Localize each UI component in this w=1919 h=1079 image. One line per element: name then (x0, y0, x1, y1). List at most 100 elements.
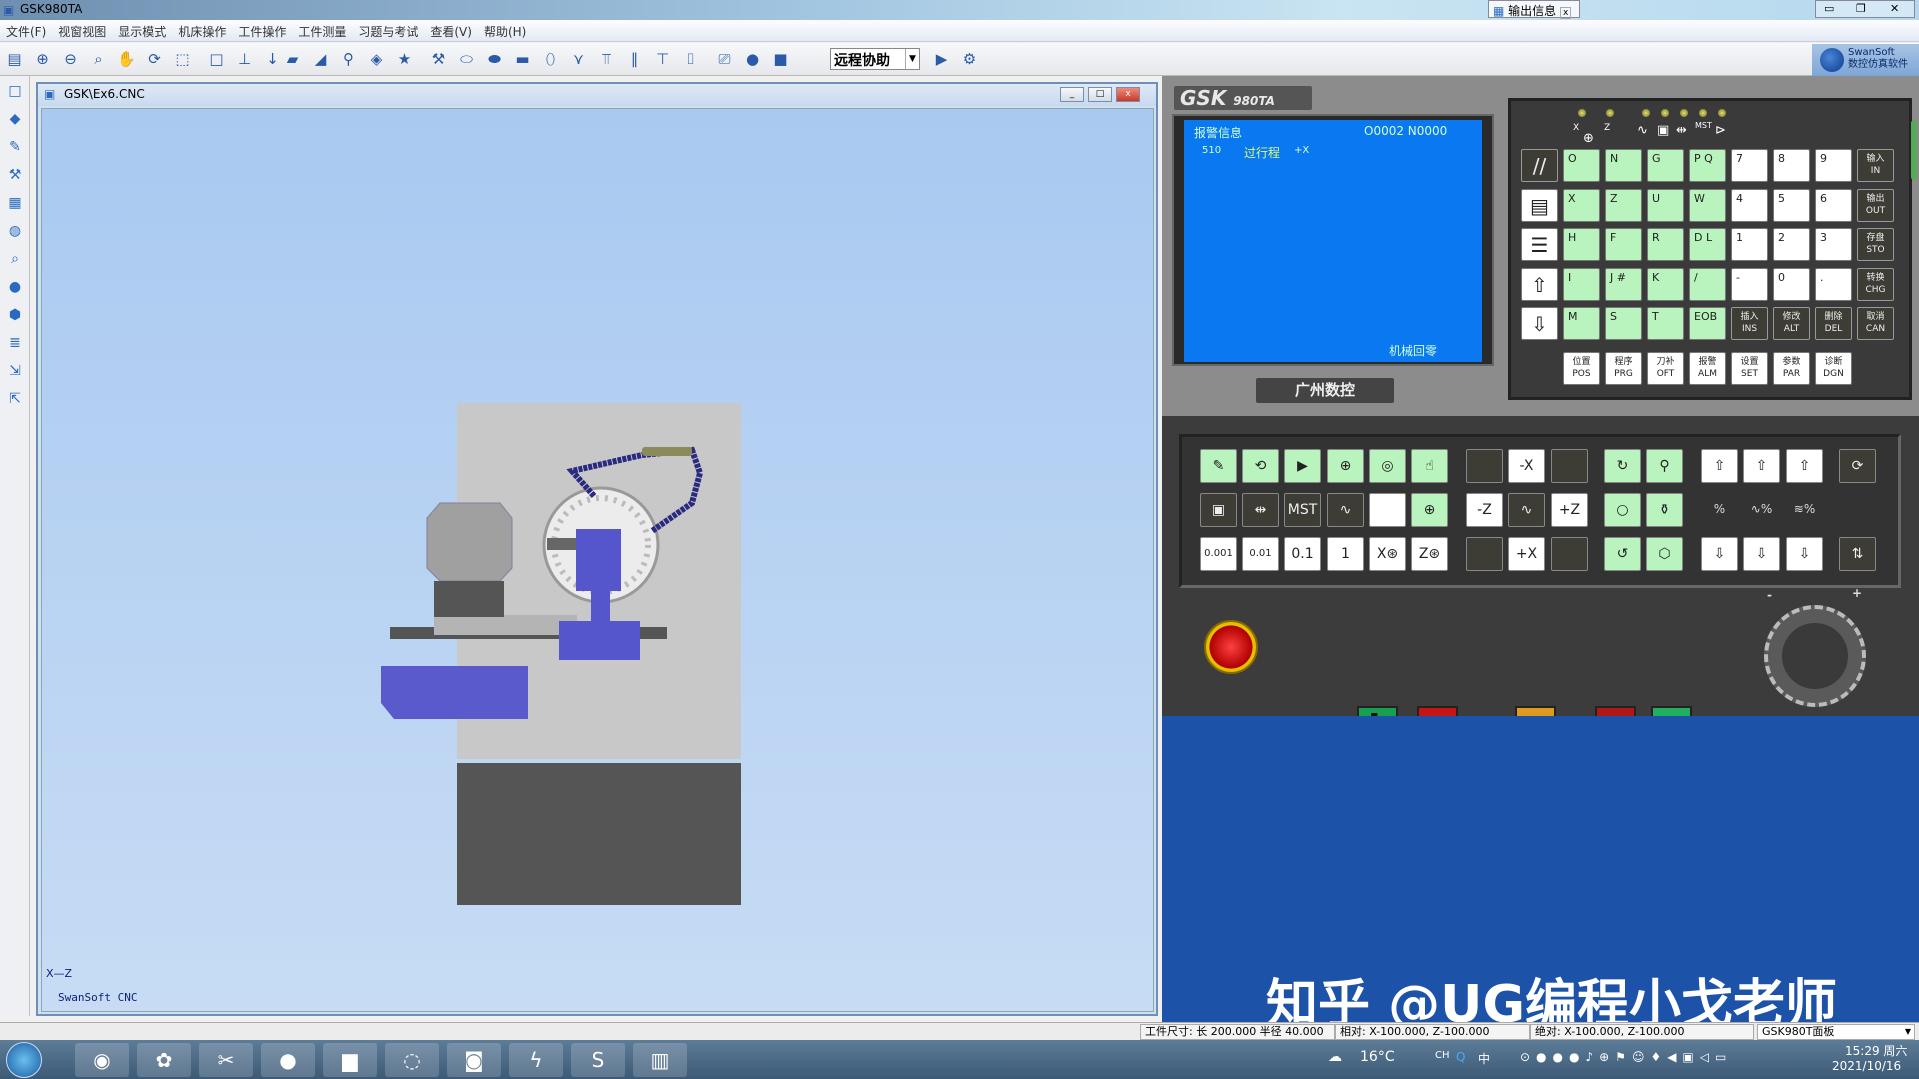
skip-slash-key[interactable]: // (1521, 149, 1558, 182)
key-3[interactable]: 3 (1815, 228, 1852, 261)
op-button-1[interactable]: 1 (1327, 537, 1364, 571)
weather-temp[interactable]: 16°C (1360, 1049, 1395, 1065)
menu-item[interactable]: 文件(F) (0, 20, 52, 43)
key--[interactable]: - (1731, 267, 1768, 301)
override-down-button[interactable]: ⇩ (1786, 537, 1823, 571)
op-button-X[interactable]: X⊛ (1369, 537, 1406, 571)
key-alt[interactable]: 修改 ALT (1773, 307, 1810, 340)
key-z[interactable]: Z (1605, 188, 1642, 222)
coolant-icon[interactable]: ⚲ (337, 48, 360, 71)
override-down-button[interactable]: ⇩ (1701, 537, 1738, 571)
t-tool-icon[interactable]: ⊤ (651, 48, 674, 71)
key-9[interactable]: 9 (1815, 149, 1852, 182)
fixture-icon[interactable]: ⋎ (567, 48, 590, 71)
output-tab-close-button[interactable]: x (1560, 7, 1572, 19)
key-out[interactable]: 输出 OUT (1857, 188, 1894, 222)
key-in[interactable]: 输入 IN (1857, 149, 1894, 182)
pinwheel-icon[interactable]: ✿ (137, 1043, 191, 1077)
arrow-out-icon[interactable]: ⇱ (4, 388, 26, 410)
key-f[interactable]: F (1605, 228, 1642, 261)
chevron-down-icon[interactable]: ▼ (905, 49, 919, 69)
key-k[interactable]: K (1647, 267, 1684, 301)
key-0[interactable]: 0 (1773, 267, 1810, 301)
pipe-icon[interactable]: ⬯ (539, 48, 562, 71)
mdi-mode-button[interactable]: ▶ (1284, 449, 1321, 483)
reference-return-button[interactable]: ⊕ (1327, 449, 1364, 483)
menu-item[interactable]: 帮助(H) (478, 20, 532, 43)
function-key-dgn[interactable]: 诊断 DGN (1815, 352, 1852, 385)
tool-change-button[interactable]: ⬡ (1646, 537, 1683, 571)
arrow-in-icon[interactable]: ⇲ (4, 360, 26, 382)
feed-override-button[interactable]: ⇅ (1839, 537, 1876, 571)
key-4[interactable]: 4 (1731, 188, 1768, 222)
key-sto[interactable]: 存盘 STO (1857, 228, 1894, 261)
cursor-up-key[interactable]: ⇧ (1521, 267, 1558, 301)
pan-hand-icon[interactable]: ✋ (115, 48, 138, 71)
clock-date[interactable]: 2021/10/16 (1832, 1059, 1901, 1073)
op-button-+X[interactable]: +X (1508, 537, 1545, 571)
rotate-icon[interactable]: ⟳ (143, 48, 166, 71)
cursor-down-key[interactable]: ⇩ (1521, 307, 1558, 340)
key-s[interactable]: S (1605, 307, 1642, 340)
key-q[interactable]: P Q (1689, 149, 1726, 182)
key-can[interactable]: 取消 CAN (1857, 307, 1894, 340)
spindle-override-button[interactable]: ⟳ (1839, 449, 1876, 483)
star-icon[interactable]: ★ (393, 48, 416, 71)
dry-run-button[interactable]: ∿ (1327, 493, 1364, 527)
edit-mode-button[interactable]: ✎ (1200, 449, 1237, 483)
key-i[interactable]: I (1563, 267, 1600, 301)
view-box-icon[interactable]: □ (205, 48, 228, 71)
spindle-ccw-button[interactable]: ↺ (1604, 537, 1641, 571)
doc-minimize-button[interactable]: _ (1060, 87, 1084, 102)
menu-item[interactable]: 工件操作 (232, 20, 292, 43)
menu-item[interactable]: 查看(V) (424, 20, 478, 43)
magnifier-icon[interactable]: ⌕ (4, 248, 26, 270)
key-8[interactable]: 8 (1773, 149, 1810, 182)
rapid-button[interactable]: ∿ (1508, 493, 1545, 527)
function-key-set[interactable]: 设置 SET (1731, 352, 1768, 385)
zoom-fit-icon[interactable]: ⌕ (87, 48, 110, 71)
camera-icon[interactable]: ⎚ (713, 48, 736, 71)
handwheel[interactable] (1764, 605, 1866, 707)
pencil-icon[interactable]: ✎ (4, 136, 26, 158)
key-5[interactable]: 5 (1773, 188, 1810, 222)
manual-jog-button[interactable]: ☝ (1411, 449, 1448, 483)
key-n[interactable]: N (1605, 149, 1642, 182)
menu-item[interactable]: 机床操作 (172, 20, 232, 43)
handwheel-mode-button[interactable]: ◎ (1369, 449, 1406, 483)
op-blank-button[interactable] (1466, 537, 1503, 571)
chrome-icon[interactable]: ◉ (75, 1043, 129, 1077)
chevron-down-icon[interactable]: ▼ (1905, 1025, 1911, 1039)
override-up-button[interactable]: ⇧ (1701, 449, 1738, 483)
remote-assist-select[interactable]: 远程协助 ▼ (830, 48, 920, 70)
key-#[interactable]: J # (1605, 267, 1642, 301)
key-chg[interactable]: 转换 CHG (1857, 267, 1894, 301)
shield-icon[interactable]: ⬢ (4, 304, 26, 326)
spindle-stop-button[interactable]: ○ (1604, 493, 1641, 527)
gear-icon[interactable]: ⚙ (958, 48, 981, 71)
lubrication-button[interactable]: ⚱ (1646, 493, 1683, 527)
doc-maximize-button[interactable]: □ (1088, 87, 1112, 102)
key-l[interactable]: D L (1689, 228, 1726, 261)
globe-icon[interactable]: ◍ (4, 220, 26, 242)
key-x[interactable]: X (1563, 188, 1600, 222)
key-.[interactable]: . (1815, 267, 1852, 301)
cnc-app-icon[interactable]: ▥ (633, 1043, 687, 1077)
tool-icon[interactable]: ⚒ (427, 48, 450, 71)
swansoft-icon[interactable]: S (571, 1043, 625, 1077)
function-key-pos[interactable]: 位置 POS (1563, 352, 1600, 385)
function-key-oft[interactable]: 刀补 OFT (1647, 352, 1684, 385)
key-w[interactable]: W (1689, 188, 1726, 222)
key-1[interactable]: 1 (1731, 228, 1768, 261)
block-icon[interactable]: ▬ (511, 48, 534, 71)
cylinder-icon[interactable]: ⬭ (455, 48, 478, 71)
record-icon[interactable]: ● (741, 48, 764, 71)
tray-icons[interactable]: ⊙●●●♪⊕⚑☺♦◀▣◁▭ (1520, 1050, 1732, 1064)
start-button[interactable] (6, 1042, 42, 1078)
program-zero-button[interactable]: ⊕ (1411, 493, 1448, 527)
key-7[interactable]: 7 (1731, 149, 1768, 182)
op-button-+Z[interactable]: +Z (1551, 493, 1588, 527)
key-g[interactable]: G (1647, 149, 1684, 182)
column-icon[interactable]: ∥ (623, 48, 646, 71)
folder-icon[interactable]: ▆ (323, 1043, 377, 1077)
